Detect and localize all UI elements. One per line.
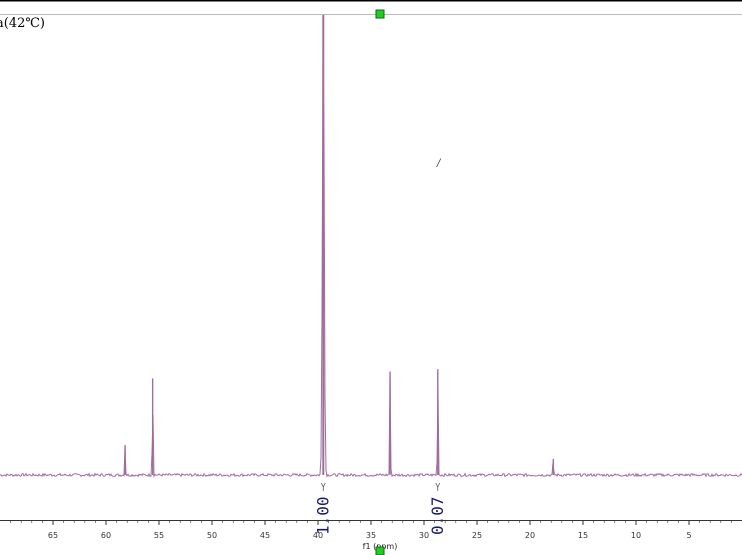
x-axis-ticks: 65 60 55 50 45 40 35 30 25 20 15 10 5	[10, 520, 732, 540]
x-tick-label: 40	[313, 531, 323, 540]
integral-bracket	[435, 482, 441, 491]
x-tick-label: 45	[260, 531, 270, 540]
integral-bracket	[320, 482, 326, 491]
x-tick-label: 20	[525, 531, 535, 540]
x-tick-label: 15	[578, 531, 588, 540]
cursor-handle-top[interactable]	[375, 9, 385, 19]
x-tick-label: 5	[686, 531, 691, 540]
integral-value: 1.00	[313, 496, 332, 535]
integral-group: 1.00 0.07	[313, 482, 447, 535]
peak-annotation: /	[436, 158, 442, 169]
x-tick-label: 30	[419, 531, 429, 540]
spectrum-plot: a(42℃) 1.00 0.07 / 65 60 55 50 45 40 35 30 25 20 15…	[0, 0, 742, 555]
integral-value: 0.07	[428, 496, 447, 535]
spectrum-trace-group	[0, 15, 742, 478]
x-tick-label: 35	[366, 531, 376, 540]
spectrum-line	[0, 40, 742, 478]
x-tick-label: 65	[48, 531, 58, 540]
x-tick-label: 50	[207, 531, 217, 540]
x-tick-label: 25	[472, 531, 482, 540]
chart-title: a(42℃)	[0, 16, 45, 31]
cursor-handle-bottom[interactable]	[375, 546, 385, 555]
x-tick-label: 10	[631, 531, 641, 540]
x-tick-label: 55	[154, 531, 164, 540]
x-tick-label: 60	[101, 531, 111, 540]
